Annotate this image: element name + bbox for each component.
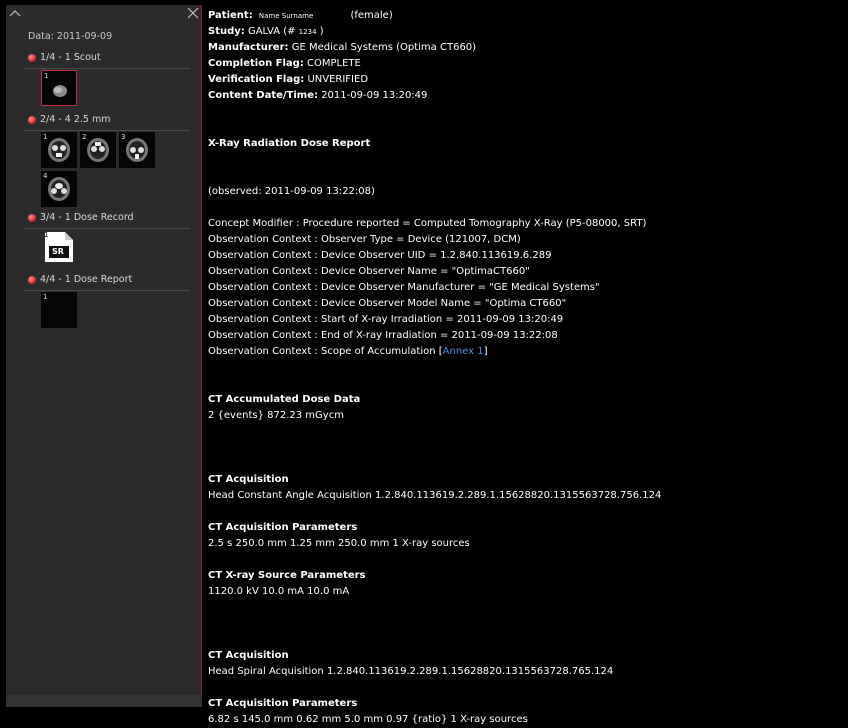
acquisition-params-title: CT Acquisition Parameters	[208, 522, 358, 533]
context-line: Concept Modifier : Procedure reported = …	[208, 218, 647, 229]
content-datetime-key: Content Date/Time:	[208, 90, 318, 101]
series-header-axial[interactable]: 2/4 - 4 2.5 mm	[6, 114, 196, 131]
patient-row: Patient: Name Surname (female)	[208, 8, 844, 24]
series-status-icon	[28, 54, 36, 62]
thumbnail-axial-2[interactable]: 2	[80, 132, 116, 168]
scope-of-accumulation-line: Observation Context : Scope of Accumulat…	[208, 344, 844, 360]
content-datetime-value: 2011-09-09 13:20:49	[321, 90, 428, 101]
thumbnail-axial-1[interactable]: 1	[41, 132, 77, 168]
sidebar-header	[6, 5, 202, 29]
verification-key: Verification Flag:	[208, 74, 305, 85]
context-line: Observation Context : Device Observer Mo…	[208, 298, 567, 309]
scope-suffix: ]	[483, 346, 488, 357]
study-row: Study: GALVA (# 1234 )	[208, 24, 844, 40]
ct-slice-image	[48, 177, 70, 201]
series-label: 4/4 - 1 Dose Report	[40, 274, 133, 285]
series-status-icon	[28, 116, 36, 124]
accumulated-dose-title: CT Accumulated Dose Data	[208, 394, 361, 405]
study-value: GALVA (#	[247, 26, 296, 37]
series-header-dose-report[interactable]: 4/4 - 1 Dose Report	[6, 274, 196, 291]
series-header-dose-record[interactable]: 3/4 - 1 Dose Record	[6, 212, 196, 229]
chevron-up-icon[interactable]	[9, 8, 21, 18]
study-close: )	[319, 26, 324, 37]
verification-value: UNVERIFIED	[307, 74, 369, 85]
context-line: Observation Context : Device Observer Na…	[208, 266, 530, 277]
patient-sex: (female)	[350, 10, 393, 21]
verification-row: Verification Flag: UNVERIFIED	[208, 72, 844, 88]
acquisition-params-title: CT Acquisition Parameters	[208, 698, 358, 709]
observed-datetime: (observed: 2011-09-09 13:22:08)	[208, 186, 375, 197]
completion-row: Completion Flag: COMPLETE	[208, 56, 844, 72]
context-line: Observation Context : End of X-ray Irrad…	[208, 330, 558, 341]
manufacturer-key: Manufacturer:	[208, 42, 289, 53]
series-label: 1/4 - 1 Scout	[40, 52, 101, 63]
study-date: Data: 2011-09-09	[28, 31, 113, 42]
ct-acquisition-title: CT Acquisition	[208, 650, 289, 661]
series-label: 3/4 - 1 Dose Record	[40, 212, 134, 223]
content-datetime-row: Content Date/Time: 2011-09-09 13:20:49	[208, 88, 844, 104]
ct-acquisition-title: CT Acquisition	[208, 474, 289, 485]
acquisition-params-value: 2.5 s 250.0 mm 1.25 mm 250.0 mm 1 X-ray …	[208, 538, 470, 549]
acquisition-params-value: 6.82 s 145.0 mm 0.62 mm 5.0 mm 0.97 {rat…	[208, 714, 528, 725]
divider	[24, 68, 190, 69]
thumbnail-dose-record-1[interactable]: 1 SR	[41, 229, 77, 265]
study-sidebar: Data: 2011-09-09 1/4 - 1 Scout 1 2/4 - 4…	[6, 5, 202, 707]
thumbnail-number: 1	[44, 72, 49, 80]
scout-image	[53, 85, 67, 97]
series-label: 2/4 - 4 2.5 mm	[40, 114, 111, 125]
context-line: Observation Context : Observer Type = De…	[208, 234, 521, 245]
ct-slice-image	[48, 138, 70, 162]
thumbnail-scout-1[interactable]: 1	[41, 70, 77, 106]
thumbnail-number: 1	[44, 231, 49, 239]
sidebar-footer	[6, 695, 202, 707]
study-id: 1234	[298, 28, 317, 36]
completion-key: Completion Flag:	[208, 58, 304, 69]
xray-source-params-title: CT X-ray Source Parameters	[208, 570, 366, 581]
context-line: Observation Context : Device Observer Ma…	[208, 282, 600, 293]
thumbnail-number: 1	[43, 293, 48, 301]
patient-key: Patient:	[208, 10, 253, 21]
ct-slice-image	[126, 138, 148, 162]
scope-prefix: Observation Context : Scope of Accumulat…	[208, 346, 443, 357]
divider	[24, 130, 190, 131]
study-key: Study:	[208, 26, 245, 37]
series-header-scout[interactable]: 1/4 - 1 Scout	[6, 52, 196, 69]
divider	[24, 290, 190, 291]
series-status-icon	[28, 214, 36, 222]
manufacturer-value: GE Medical Systems (Optima CT660)	[291, 42, 477, 53]
sr-label: SR	[52, 247, 64, 256]
patient-name: Name Surname	[258, 12, 314, 20]
ct-slice-image	[87, 138, 109, 162]
xray-source-params-value: 1120.0 kV 10.0 mA 10.0 mA	[208, 586, 350, 597]
thumbnail-dose-report-1[interactable]: 1	[41, 292, 77, 328]
dose-report: Patient: Name Surname (female) Study: GA…	[208, 8, 844, 728]
context-line: Observation Context : Start of X-ray Irr…	[208, 314, 564, 325]
completion-value: COMPLETE	[307, 58, 361, 69]
thumbnail-axial-4[interactable]: 4	[41, 171, 77, 207]
manufacturer-row: Manufacturer: GE Medical Systems (Optima…	[208, 40, 844, 56]
thumbnail-axial-3[interactable]: 3	[119, 132, 155, 168]
context-line: Observation Context : Device Observer UI…	[208, 250, 552, 261]
report-title: X-Ray Radiation Dose Report	[208, 138, 371, 149]
annex-1-link[interactable]: Annex 1	[443, 346, 484, 357]
close-icon[interactable]	[186, 6, 200, 20]
accumulated-dose-value: 2 {events} 872.23 mGycm	[208, 410, 344, 421]
ct-acquisition-value: Head Spiral Acquisition 1.2.840.113619.2…	[208, 666, 614, 677]
series-status-icon	[28, 276, 36, 284]
ct-acquisition-value: Head Constant Angle Acquisition 1.2.840.…	[208, 490, 662, 501]
